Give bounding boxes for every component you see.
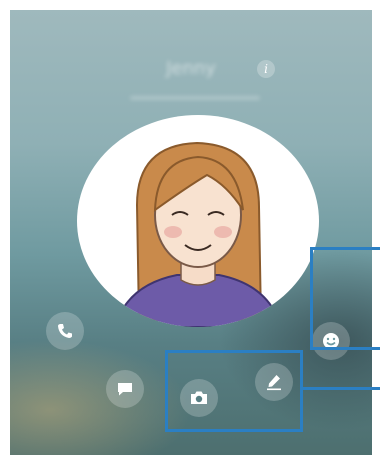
camera-draw-highlight-box bbox=[165, 350, 303, 432]
info-icon[interactable]: i bbox=[257, 60, 275, 78]
phone-icon bbox=[58, 324, 72, 338]
message-button[interactable] bbox=[106, 370, 144, 408]
contact-avatar bbox=[77, 115, 319, 327]
call-button[interactable] bbox=[46, 312, 84, 350]
emoji-highlight-box bbox=[310, 247, 380, 350]
callout-line bbox=[303, 387, 380, 390]
avatar-illustration bbox=[113, 141, 283, 327]
contact-subtitle-blurred bbox=[130, 96, 260, 100]
message-icon bbox=[118, 383, 132, 396]
contact-name: Jenny bbox=[166, 58, 216, 79]
